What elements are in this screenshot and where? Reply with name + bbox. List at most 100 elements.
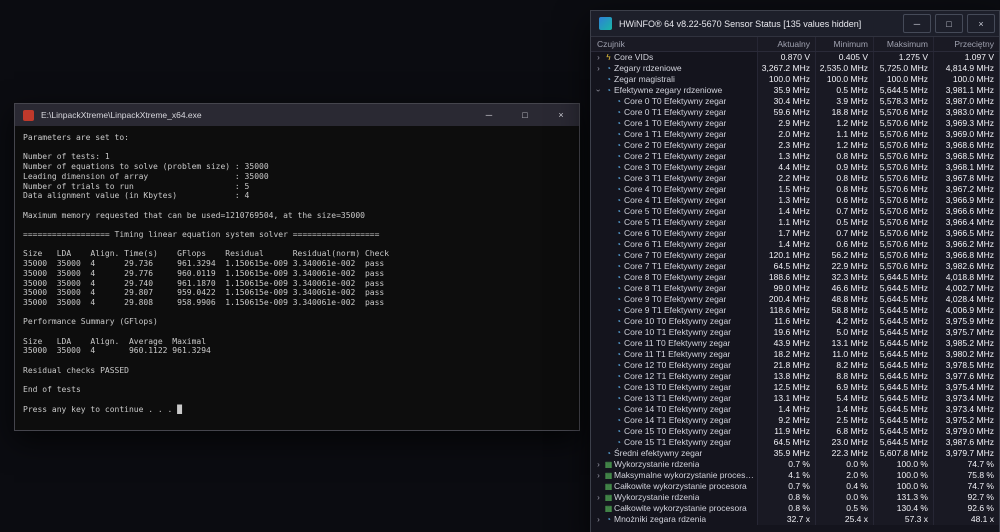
sensor-average: 3,979.0 MHz xyxy=(933,426,999,437)
sensor-row[interactable]: ◔Zegar magistrali100.0 MHz100.0 MHz100.0… xyxy=(591,74,999,85)
sensor-current: 21.8 MHz xyxy=(757,360,815,371)
sensor-label-cell: ◔Core 11 T0 Efektywny zegar xyxy=(591,338,757,349)
sensor-row[interactable]: ◔Core 12 T0 Efektywny zegar21.8 MHz8.2 M… xyxy=(591,360,999,371)
sensor-name: Core 14 T0 Efektywny zegar xyxy=(624,404,731,415)
chevron-right-icon[interactable]: › xyxy=(594,470,603,481)
sensor-name: Core 6 T0 Efektywny zegar xyxy=(624,228,726,239)
hwinfo-titlebar[interactable]: HWiNFO® 64 v8.22-5670 Sensor Status [135… xyxy=(591,11,999,37)
sensor-row[interactable]: ◔Core 5 T0 Efektywny zegar1.4 MHz0.7 MHz… xyxy=(591,206,999,217)
sensor-row[interactable]: ◔Core 4 T0 Efektywny zegar1.5 MHz0.8 MHz… xyxy=(591,184,999,195)
sensor-current: 2.0 MHz xyxy=(757,129,815,140)
console-titlebar[interactable]: E:\LinpackXtreme\LinpackXtreme_x64.exe ─… xyxy=(15,104,579,126)
chevron-right-icon[interactable]: › xyxy=(594,492,603,503)
sensor-row[interactable]: ◔Core 5 T1 Efektywny zegar1.1 MHz0.5 MHz… xyxy=(591,217,999,228)
column-header-maximum[interactable]: Maksimum xyxy=(873,37,933,51)
sensor-row[interactable]: ◔Core 10 T1 Efektywny zegar19.6 MHz5.0 M… xyxy=(591,327,999,338)
sensor-label-cell: ◔Core 11 T1 Efektywny zegar xyxy=(591,349,757,360)
sensor-row[interactable]: ◔Core 3 T1 Efektywny zegar2.2 MHz0.8 MHz… xyxy=(591,173,999,184)
sensor-row[interactable]: ◔Core 6 T0 Efektywny zegar1.7 MHz0.7 MHz… xyxy=(591,228,999,239)
sensor-name: Core 4 T1 Efektywny zegar xyxy=(624,195,726,206)
close-button[interactable]: × xyxy=(967,14,995,33)
console-body[interactable]: Parameters are set to: Number of tests: … xyxy=(15,126,579,414)
sensor-minimum: 48.8 MHz xyxy=(815,294,873,305)
chevron-right-icon[interactable]: › xyxy=(594,459,603,470)
sensor-table-header: Czujnik Aktualny Minimum Maksimum Przeci… xyxy=(591,37,999,52)
column-header-average[interactable]: Przeciętny xyxy=(933,37,999,51)
sensor-row[interactable]: ›ϟCore VIDs0.870 V0.405 V1.275 V1.097 V xyxy=(591,52,999,63)
minimize-button[interactable]: ─ xyxy=(903,14,931,33)
sensor-row[interactable]: ◔Core 0 T0 Efektywny zegar30.4 MHz3.9 MH… xyxy=(591,96,999,107)
sensor-row[interactable]: ▦Całkowite wykorzystanie procesora0.8 %0… xyxy=(591,503,999,514)
sensor-rows: ›ϟCore VIDs0.870 V0.405 V1.275 V1.097 V›… xyxy=(591,52,999,532)
sensor-maximum: 5,644.5 MHz xyxy=(873,437,933,448)
sensor-row[interactable]: ◔Core 0 T1 Efektywny zegar59.6 MHz18.8 M… xyxy=(591,107,999,118)
sensor-current: 9.2 MHz xyxy=(757,415,815,426)
sensor-row[interactable]: ◔Core 15 T0 Efektywny zegar11.9 MHz6.8 M… xyxy=(591,426,999,437)
sensor-row[interactable]: ◔Core 1 T1 Efektywny zegar2.0 MHz1.1 MHz… xyxy=(591,129,999,140)
sensor-name: Zegary rdzeniowe xyxy=(614,63,682,74)
minimize-button[interactable]: ─ xyxy=(471,104,507,126)
sensor-name: Core 8 T0 Efektywny zegar xyxy=(624,272,726,283)
sensor-row[interactable]: ◔Core 12 T1 Efektywny zegar13.8 MHz8.8 M… xyxy=(591,371,999,382)
sensor-row[interactable]: ◔Core 14 T0 Efektywny zegar1.4 MHz1.4 MH… xyxy=(591,404,999,415)
sensor-row[interactable]: ◔Średni efektywny zegar35.9 MHz22.3 MHz5… xyxy=(591,448,999,459)
sensor-name: Core 10 T0 Efektywny zegar xyxy=(624,316,731,327)
sensor-row[interactable]: ◔Core 11 T1 Efektywny zegar18.2 MHz11.0 … xyxy=(591,349,999,360)
sensor-row[interactable]: ›◔Efektywne zegary rdzeniowe35.9 MHz0.5 … xyxy=(591,85,999,96)
sensor-row[interactable]: ◔Core 1 T0 Efektywny zegar2.9 MHz1.2 MHz… xyxy=(591,118,999,129)
close-button[interactable]: × xyxy=(543,104,579,126)
sensor-row[interactable]: ◔Core 9 T1 Efektywny zegar118.6 MHz58.8 … xyxy=(591,305,999,316)
sensor-row[interactable]: ◔Core 15 T1 Efektywny zegar64.5 MHz23.0 … xyxy=(591,437,999,448)
chevron-right-icon[interactable]: › xyxy=(594,514,603,525)
sensor-row[interactable]: ◔Core 7 T0 Efektywny zegar120.1 MHz56.2 … xyxy=(591,250,999,261)
sensor-row[interactable]: ›◔Zegary rdzeniowe3,267.2 MHz2,535.0 MHz… xyxy=(591,63,999,74)
chevron-right-icon[interactable]: › xyxy=(594,52,603,63)
sensor-row[interactable]: ›▦Wykorzystanie rdzenia0.7 %0.0 %100.0 %… xyxy=(591,459,999,470)
sensor-label-cell: ◔Core 15 T1 Efektywny zegar xyxy=(591,437,757,448)
sensor-name: Core 3 T0 Efektywny zegar xyxy=(624,162,726,173)
sensor-name: Wykorzystanie rdzenia xyxy=(614,459,699,470)
sensor-row[interactable]: ◔Core 13 T0 Efektywny zegar12.5 MHz6.9 M… xyxy=(591,382,999,393)
sensor-name: Mnożniki zegara rdzenia xyxy=(614,514,706,525)
sensor-name: Core 9 T0 Efektywny zegar xyxy=(624,294,726,305)
sensor-row[interactable]: ›▦Wykorzystanie rdzenia0.8 %0.0 %131.3 %… xyxy=(591,492,999,503)
sensor-row[interactable]: ◔Core 14 T1 Efektywny zegar9.2 MHz2.5 MH… xyxy=(591,415,999,426)
sensor-row[interactable]: ◔Core 6 T1 Efektywny zegar1.4 MHz0.6 MHz… xyxy=(591,239,999,250)
sensor-minimum: 25.4 x xyxy=(815,514,873,525)
sensor-label-cell: ◔Core 5 T1 Efektywny zegar xyxy=(591,217,757,228)
sensor-row[interactable]: ›◔Mnożniki zegara rdzenia32.7 x25.4 x57.… xyxy=(591,514,999,525)
console-output: Parameters are set to: Number of tests: … xyxy=(23,133,579,414)
sensor-label-cell: ◔Core 10 T1 Efektywny zegar xyxy=(591,327,757,338)
column-header-minimum[interactable]: Minimum xyxy=(815,37,873,51)
sensor-label-cell: ◔Core 6 T1 Efektywny zegar xyxy=(591,239,757,250)
sensor-row[interactable]: ◔Core 2 T0 Efektywny zegar2.3 MHz1.2 MHz… xyxy=(591,140,999,151)
sensor-label-cell: ◔Core 13 T0 Efektywny zegar xyxy=(591,382,757,393)
maximize-button[interactable]: □ xyxy=(507,104,543,126)
chevron-right-icon[interactable]: › xyxy=(594,63,603,74)
chevron-down-icon[interactable]: › xyxy=(593,86,604,95)
sensor-row[interactable]: ◔Core 8 T0 Efektywny zegar188.6 MHz32.3 … xyxy=(591,272,999,283)
sensor-row[interactable]: ◔Core 10 T0 Efektywny zegar11.6 MHz4.2 M… xyxy=(591,316,999,327)
sensor-row[interactable]: ◔Core 4 T1 Efektywny zegar1.3 MHz0.6 MHz… xyxy=(591,195,999,206)
sensor-row[interactable]: ◔Core 7 T1 Efektywny zegar64.5 MHz22.9 M… xyxy=(591,261,999,272)
column-header-sensor[interactable]: Czujnik xyxy=(591,37,757,51)
sensor-row[interactable]: ◔Core 9 T0 Efektywny zegar200.4 MHz48.8 … xyxy=(591,294,999,305)
clock-icon: ◔ xyxy=(613,327,624,338)
sensor-row[interactable]: ◔Core 2 T1 Efektywny zegar1.3 MHz0.8 MHz… xyxy=(591,151,999,162)
sensor-row[interactable]: ◔Core 3 T0 Efektywny zegar4.4 MHz0.9 MHz… xyxy=(591,162,999,173)
sensor-label-cell: ◔Core 5 T0 Efektywny zegar xyxy=(591,206,757,217)
sensor-minimum: 0.0 % xyxy=(815,492,873,503)
sensor-row[interactable]: ◔Core 13 T1 Efektywny zegar13.1 MHz5.4 M… xyxy=(591,393,999,404)
column-header-current[interactable]: Aktualny xyxy=(757,37,815,51)
sensor-row[interactable]: ›▦Maksymalne wykorzystanie procesora/wąt… xyxy=(591,470,999,481)
sensor-row[interactable]: ◔Core 8 T1 Efektywny zegar99.0 MHz46.6 M… xyxy=(591,283,999,294)
sensor-maximum: 130.4 % xyxy=(873,503,933,514)
sensor-row[interactable]: ◔Core 11 T0 Efektywny zegar43.9 MHz13.1 … xyxy=(591,338,999,349)
sensor-label-cell: ◔Core 12 T1 Efektywny zegar xyxy=(591,371,757,382)
sensor-maximum: 5,570.6 MHz xyxy=(873,261,933,272)
sensor-current: 35.9 MHz xyxy=(757,448,815,459)
clock-icon: ◔ xyxy=(613,151,624,162)
maximize-button[interactable]: □ xyxy=(935,14,963,33)
sensor-row[interactable]: ▦Całkowite wykorzystanie procesora0.7 %0… xyxy=(591,481,999,492)
sensor-average: 3,987.0 MHz xyxy=(933,96,999,107)
